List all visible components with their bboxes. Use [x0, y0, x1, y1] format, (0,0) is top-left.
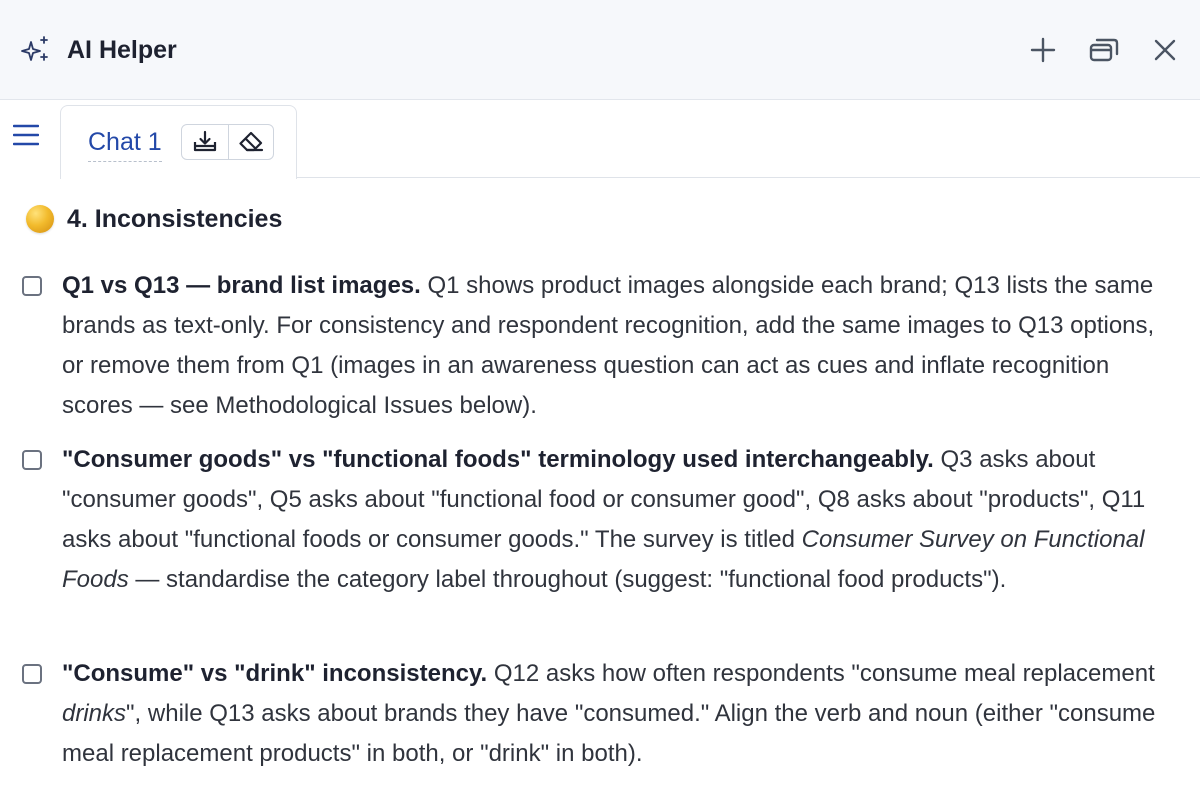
item-text: Q1 vs Q13 — brand list images. Q1 shows … — [62, 266, 1182, 426]
menu-button[interactable] — [8, 118, 44, 152]
item-body: Q12 asks how often respondents "consume … — [487, 660, 1155, 687]
item-checkbox[interactable] — [22, 276, 42, 296]
clear-chat-button[interactable] — [227, 125, 274, 159]
restore-window-icon — [1089, 38, 1119, 62]
hamburger-menu-icon — [13, 124, 39, 146]
item-body-continued: ", while Q13 asks about brands they have… — [62, 700, 1156, 767]
item-emphasis: drinks — [62, 700, 127, 727]
tab-bar-divider — [296, 177, 1200, 178]
plus-icon — [1030, 37, 1056, 63]
item-checkbox[interactable] — [22, 664, 42, 684]
item-text: "Consumer goods" vs "functional foods" t… — [62, 440, 1182, 600]
item-body-continued: — standardise the category label through… — [128, 566, 1007, 593]
close-icon — [1154, 39, 1176, 61]
section-title: 4. Inconsistencies — [67, 204, 283, 233]
title-bar: AI Helper — [0, 0, 1200, 100]
close-button[interactable] — [1147, 32, 1183, 68]
download-icon — [193, 130, 216, 152]
sparkle-icon — [21, 36, 48, 61]
item-text: "Consume" vs "drink" inconsistency. Q12 … — [62, 654, 1182, 774]
section-heading: 4. Inconsistencies — [26, 202, 282, 236]
item-heading: Q1 vs Q13 — brand list images. — [62, 272, 421, 299]
item-checkbox[interactable] — [22, 450, 42, 470]
item-heading: "Consume" vs "drink" inconsistency. — [62, 660, 488, 687]
tab-actions — [181, 124, 274, 160]
tab-label[interactable]: Chat 1 — [88, 127, 162, 162]
app-title: AI Helper — [67, 36, 177, 64]
download-chat-button[interactable] — [182, 125, 228, 159]
restore-window-button[interactable] — [1086, 32, 1122, 68]
new-chat-button[interactable] — [1025, 32, 1061, 68]
eraser-icon — [239, 131, 263, 152]
tab-chat-1[interactable]: Chat 1 — [60, 105, 297, 179]
item-heading: "Consumer goods" vs "functional foods" t… — [62, 446, 934, 473]
yellow-circle-icon — [26, 205, 54, 233]
